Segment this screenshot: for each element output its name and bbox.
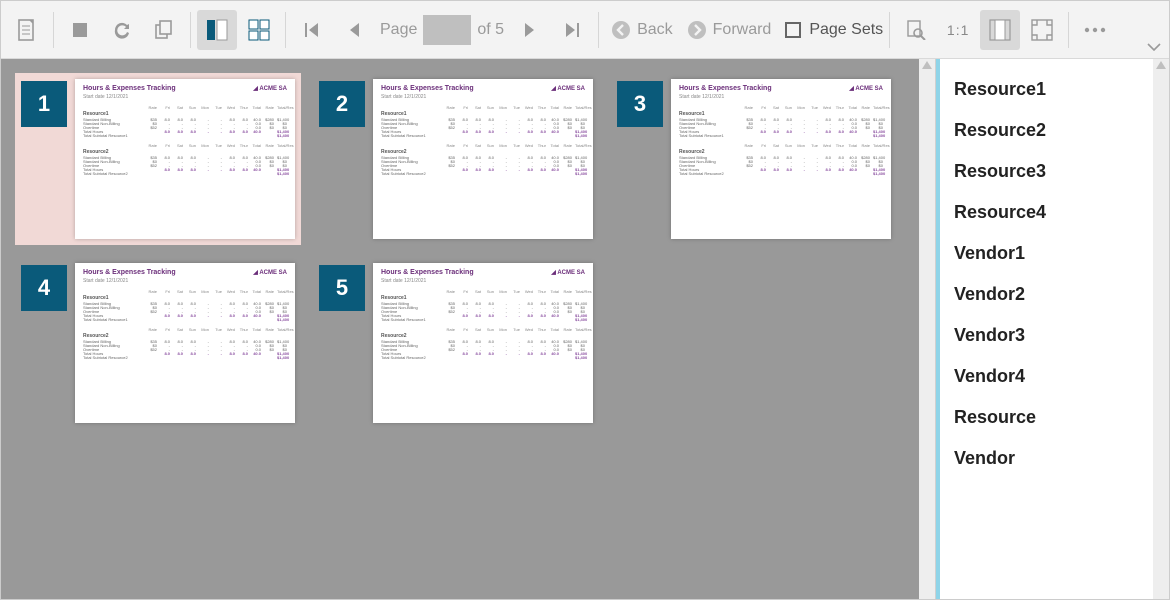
thumbnail-card[interactable]: 3Hours & Expenses Tracking◢ ACME SAStart…: [611, 73, 897, 245]
zoom-fit-width-button[interactable]: [980, 10, 1020, 50]
thumbnail-number: 3: [617, 81, 663, 127]
report-page: Hours & Expenses Tracking◢ ACME SAStart …: [75, 263, 295, 423]
first-page-button[interactable]: [292, 10, 332, 50]
back-label: Back: [637, 21, 673, 39]
bookmark-item[interactable]: Vendor2: [954, 274, 1149, 315]
report-page: Hours & Expenses Tracking◢ ACME SAStart …: [373, 79, 593, 239]
prev-page-button[interactable]: [334, 10, 374, 50]
page-label: Page: [376, 21, 421, 39]
refresh-button[interactable]: [102, 10, 142, 50]
bookmark-item[interactable]: Vendor: [954, 438, 1149, 479]
bookmark-item[interactable]: Resource: [954, 397, 1149, 438]
thumbnail-number: 4: [21, 265, 67, 311]
thumbnail-card[interactable]: 2Hours & Expenses Tracking◢ ACME SAStart…: [313, 73, 599, 245]
panel-scrollbar[interactable]: [1153, 59, 1169, 599]
page-number-input[interactable]: [423, 15, 471, 45]
separator: [889, 12, 890, 48]
separator: [53, 12, 54, 48]
report-page: Hours & Expenses Tracking◢ ACME SAStart …: [373, 263, 593, 423]
separator: [285, 12, 286, 48]
toolbar: Page of 5 Back Forward Page Sets 1:1: [1, 1, 1169, 59]
page-total: of 5: [473, 21, 508, 39]
separator: [598, 12, 599, 48]
stop-button[interactable]: [60, 10, 100, 50]
thumbnails-scrollbar[interactable]: [919, 59, 935, 599]
page-sets-toggle[interactable]: Page Sets: [785, 21, 883, 39]
separator: [190, 12, 191, 48]
report-page: Hours & Expenses Tracking◢ ACME SAStart …: [75, 79, 295, 239]
view-multi-page-button[interactable]: [239, 10, 279, 50]
last-page-button[interactable]: [552, 10, 592, 50]
view-single-page-button[interactable]: [197, 10, 237, 50]
report-page: Hours & Expenses Tracking◢ ACME SAStart …: [671, 79, 891, 239]
find-button[interactable]: [896, 10, 936, 50]
zoom-fit-page-button[interactable]: [1022, 10, 1062, 50]
thumbnail-number: 2: [319, 81, 365, 127]
bookmarks-panel: Resource1Resource2Resource3Resource4Vend…: [940, 59, 1153, 599]
thumbnail-card[interactable]: 5Hours & Expenses Tracking◢ ACME SAStart…: [313, 257, 599, 429]
save-button[interactable]: [7, 10, 47, 50]
more-menu-button[interactable]: [1075, 10, 1115, 50]
toolbar-expand-icon[interactable]: [1147, 38, 1161, 56]
zoom-actual-button[interactable]: 1:1: [938, 10, 978, 50]
forward-button[interactable]: Forward: [681, 20, 778, 40]
bookmark-item[interactable]: Resource1: [954, 69, 1149, 110]
bookmark-item[interactable]: Resource4: [954, 192, 1149, 233]
bookmark-item[interactable]: Vendor3: [954, 315, 1149, 356]
thumbnail-number: 1: [21, 81, 67, 127]
bookmark-item[interactable]: Vendor1: [954, 233, 1149, 274]
separator: [1068, 12, 1069, 48]
page-sets-label: Page Sets: [809, 21, 883, 39]
bookmark-item[interactable]: Resource2: [954, 110, 1149, 151]
thumbnail-card[interactable]: 1Hours & Expenses Tracking◢ ACME SAStart…: [15, 73, 301, 245]
copy-button[interactable]: [144, 10, 184, 50]
thumbnail-grid: 1Hours & Expenses Tracking◢ ACME SAStart…: [1, 59, 919, 599]
thumbnail-card[interactable]: 4Hours & Expenses Tracking◢ ACME SAStart…: [15, 257, 301, 429]
back-button[interactable]: Back: [605, 20, 679, 40]
bookmark-item[interactable]: Vendor4: [954, 356, 1149, 397]
page-sets-checkbox[interactable]: [785, 22, 801, 38]
bookmark-item[interactable]: Resource3: [954, 151, 1149, 192]
forward-label: Forward: [713, 21, 772, 39]
next-page-button[interactable]: [510, 10, 550, 50]
thumbnail-number: 5: [319, 265, 365, 311]
